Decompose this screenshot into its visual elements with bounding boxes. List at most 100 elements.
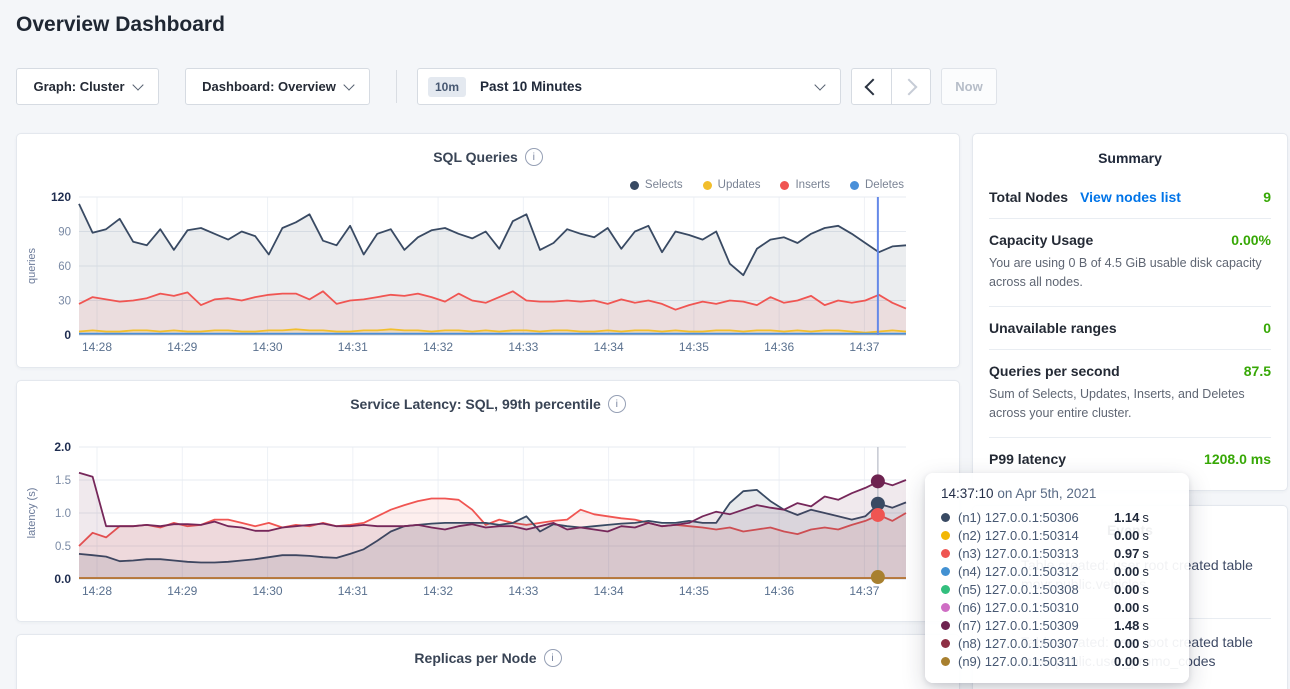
svg-text:0.0: 0.0 — [54, 572, 71, 586]
sql-queries-chart[interactable]: 14:2814:2914:3014:3114:3214:3314:3414:35… — [17, 134, 961, 369]
summary-row-capacity: Capacity Usage 0.00% You are using 0 B o… — [989, 218, 1271, 306]
node-color-dot-icon — [941, 621, 950, 630]
tooltip-node-value: 0.00 — [1114, 582, 1139, 597]
time-prev-button[interactable] — [851, 68, 892, 105]
time-range-badge: 10m — [428, 77, 466, 97]
sql-queries-card: SQL Queries i SelectsUpdatesInsertsDelet… — [16, 133, 960, 368]
svg-text:14:34: 14:34 — [594, 340, 624, 354]
info-icon[interactable]: i — [525, 148, 543, 166]
node-color-dot-icon — [941, 513, 950, 522]
svg-text:14:29: 14:29 — [167, 584, 197, 598]
sql-queries-legend: SelectsUpdatesInsertsDeletes — [630, 179, 904, 191]
legend-item: Selects — [630, 179, 683, 191]
graph-dropdown[interactable]: Graph: Cluster — [16, 68, 159, 105]
summary-row-qps: Queries per second 87.5 Sum of Selects, … — [989, 349, 1271, 437]
summary-row-unavailable: Unavailable ranges 0 — [989, 306, 1271, 349]
time-nav-group — [851, 68, 931, 105]
chart-hover-tooltip: 14:37:10 on Apr 5th, 2021 (n1) 127.0.0.1… — [925, 473, 1189, 683]
sql-queries-title: SQL Queries i — [17, 148, 959, 166]
graph-dropdown-label: Graph: Cluster — [33, 79, 124, 94]
tooltip-node-unit: s — [1142, 564, 1149, 579]
dashboard-dropdown[interactable]: Dashboard: Overview — [185, 68, 370, 105]
replicas-title: Replicas per Node i — [17, 649, 959, 667]
tooltip-node-value: 1.48 — [1114, 618, 1139, 633]
time-range-selector[interactable]: 10m Past 10 Minutes — [417, 68, 841, 105]
svg-text:0.5: 0.5 — [55, 541, 71, 553]
svg-text:14:28: 14:28 — [82, 340, 112, 354]
tooltip-row: (n7) 127.0.0.1:503091.48s — [941, 617, 1173, 635]
info-icon[interactable]: i — [608, 395, 626, 413]
tooltip-node-value: 0.00 — [1114, 564, 1139, 579]
node-color-dot-icon — [941, 531, 950, 540]
svg-text:120: 120 — [51, 190, 71, 204]
svg-text:14:32: 14:32 — [423, 340, 453, 354]
tooltip-node-value: 0.00 — [1114, 600, 1139, 615]
tooltip-node-label: (n4) 127.0.0.1:50312 — [958, 564, 1114, 579]
svg-text:14:37: 14:37 — [849, 584, 879, 598]
service-latency-chart[interactable]: 14:2814:2914:3014:3114:3214:3314:3414:35… — [17, 381, 961, 623]
tooltip-node-label: (n7) 127.0.0.1:50309 — [958, 618, 1114, 633]
tooltip-node-unit: s — [1142, 582, 1149, 597]
svg-text:latency (s): latency (s) — [26, 488, 38, 539]
svg-text:14:30: 14:30 — [253, 584, 283, 598]
capacity-description: You are using 0 B of 4.5 GiB usable disk… — [989, 254, 1271, 293]
tooltip-node-unit: s — [1142, 636, 1149, 651]
svg-text:14:35: 14:35 — [679, 340, 709, 354]
svg-text:14:34: 14:34 — [594, 584, 624, 598]
time-range-label: Past 10 Minutes — [480, 79, 582, 94]
tooltip-row: (n2) 127.0.0.1:503140.00s — [941, 526, 1173, 544]
view-nodes-list-link[interactable]: View nodes list — [1080, 189, 1181, 205]
now-button[interactable]: Now — [941, 68, 997, 105]
svg-text:0: 0 — [64, 328, 71, 342]
overview-dashboard-page: Overview Dashboard Graph: Cluster Dashbo… — [0, 0, 1290, 689]
tooltip-node-unit: s — [1142, 528, 1149, 543]
tooltip-row: (n3) 127.0.0.1:503130.97s — [941, 544, 1173, 562]
tooltip-row: (n1) 127.0.0.1:503061.14s — [941, 508, 1173, 526]
tooltip-node-unit: s — [1142, 654, 1149, 669]
capacity-value: 0.00% — [1231, 232, 1271, 248]
dashboard-dropdown-label: Dashboard: Overview — [202, 79, 336, 94]
tooltip-node-label: (n8) 127.0.0.1:50307 — [958, 636, 1114, 651]
tooltip-node-value: 0.00 — [1114, 528, 1139, 543]
chevron-down-icon — [814, 79, 825, 90]
tooltip-node-value: 1.14 — [1114, 510, 1139, 525]
unavailable-ranges-label: Unavailable ranges — [989, 320, 1117, 336]
svg-text:queries: queries — [26, 247, 38, 284]
capacity-label: Capacity Usage — [989, 232, 1093, 248]
total-nodes-value: 9 — [1263, 189, 1271, 205]
tooltip-node-unit: s — [1142, 510, 1149, 525]
tooltip-node-label: (n6) 127.0.0.1:50310 — [958, 600, 1114, 615]
svg-text:14:36: 14:36 — [764, 340, 794, 354]
svg-text:2.0: 2.0 — [54, 440, 71, 454]
tooltip-node-label: (n9) 127.0.0.1:50311 — [958, 654, 1114, 669]
total-nodes-label: Total Nodes — [989, 189, 1068, 205]
svg-text:14:33: 14:33 — [508, 340, 538, 354]
svg-text:14:33: 14:33 — [508, 584, 538, 598]
p99-latency-label: P99 latency — [989, 451, 1066, 467]
svg-text:1.5: 1.5 — [55, 475, 71, 487]
tooltip-row: (n9) 127.0.0.1:503110.00s — [941, 653, 1173, 671]
node-color-dot-icon — [941, 657, 950, 666]
node-color-dot-icon — [941, 603, 950, 612]
summary-title: Summary — [973, 134, 1287, 166]
info-icon[interactable]: i — [544, 649, 562, 667]
svg-text:14:31: 14:31 — [338, 584, 368, 598]
tooltip-node-value: 0.97 — [1114, 546, 1139, 561]
tooltip-row: (n5) 127.0.0.1:503080.00s — [941, 580, 1173, 598]
tooltip-rows: (n1) 127.0.0.1:503061.14s(n2) 127.0.0.1:… — [941, 508, 1173, 671]
page-title: Overview Dashboard — [16, 13, 225, 37]
chevron-down-icon — [132, 79, 143, 90]
legend-dot-icon — [703, 181, 712, 190]
legend-dot-icon — [850, 181, 859, 190]
time-next-button[interactable] — [891, 68, 932, 105]
svg-text:30: 30 — [58, 296, 71, 308]
legend-dot-icon — [780, 181, 789, 190]
svg-text:14:36: 14:36 — [764, 584, 794, 598]
chevron-right-icon — [900, 78, 917, 95]
tooltip-node-label: (n1) 127.0.0.1:50306 — [958, 510, 1114, 525]
controls-divider — [396, 70, 397, 103]
tooltip-node-unit: s — [1142, 600, 1149, 615]
qps-label: Queries per second — [989, 363, 1120, 379]
chevron-down-icon — [343, 79, 354, 90]
tooltip-row: (n4) 127.0.0.1:503120.00s — [941, 562, 1173, 580]
